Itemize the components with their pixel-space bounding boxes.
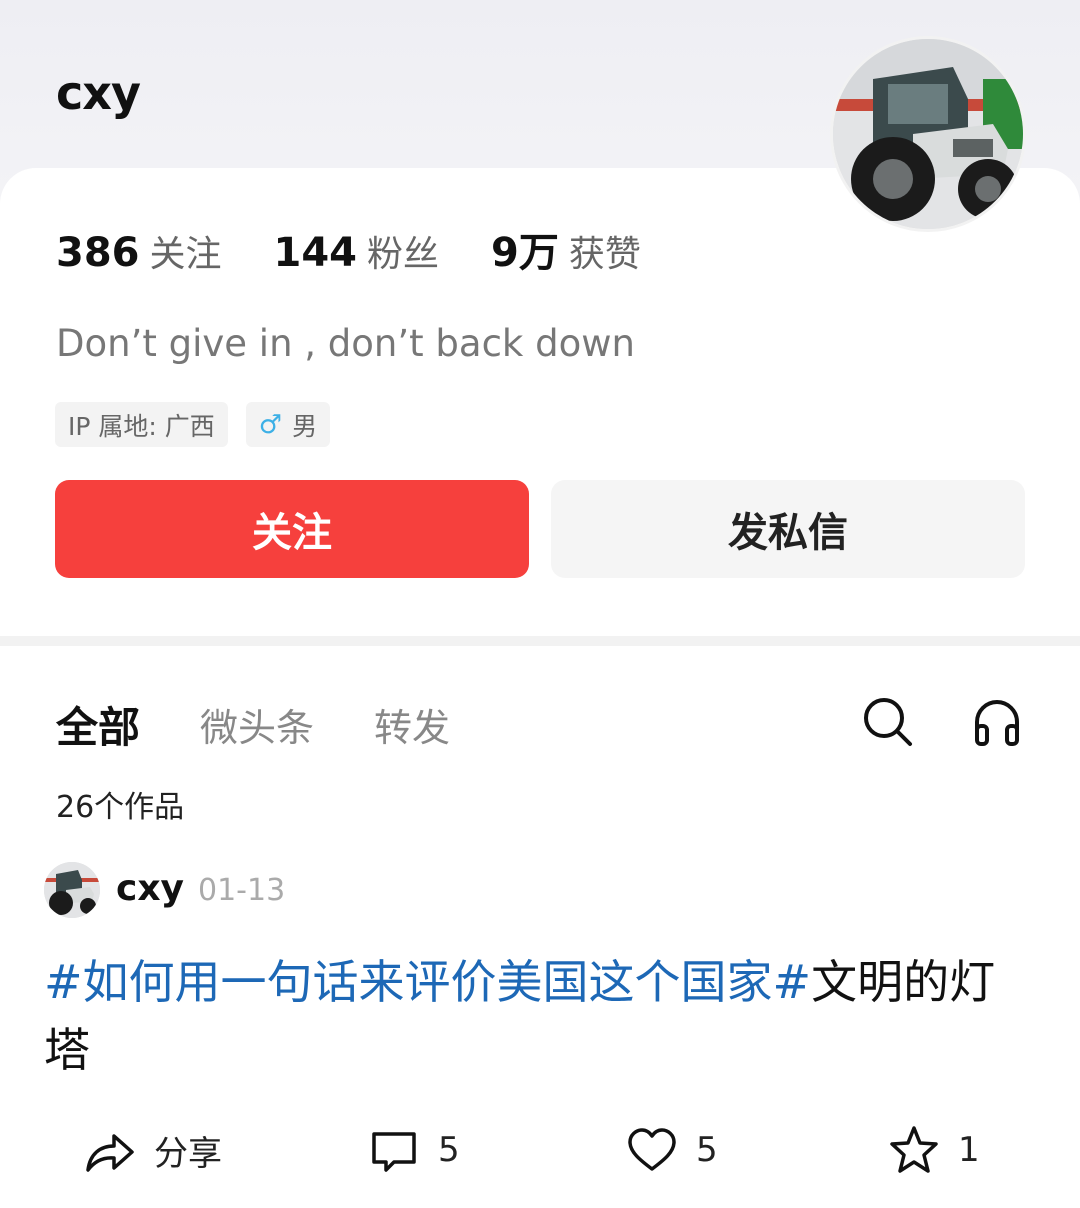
stat-following[interactable]: 386 关注 <box>56 225 222 277</box>
favorite-button[interactable]: 1 <box>888 1118 980 1182</box>
profile-avatar[interactable] <box>830 36 1026 232</box>
comment-count: 5 <box>438 1130 460 1170</box>
comment-button[interactable]: 5 <box>368 1118 460 1182</box>
headphones-icon[interactable] <box>970 694 1024 748</box>
stat-likes[interactable]: 9万 获赞 <box>491 220 641 278</box>
post-content[interactable]: #如何用一句话来评价美国这个国家#文明的灯塔 <box>44 948 1034 1084</box>
tab-micro-posts[interactable]: 微头条 <box>200 697 314 752</box>
stat-label: 关注 <box>149 234 222 275</box>
ip-location-tag: IP 属地: 广西 <box>55 402 228 447</box>
stat-label: 获赞 <box>568 234 641 275</box>
post-author-name[interactable]: cxy <box>116 868 184 909</box>
comment-icon <box>372 1132 416 1172</box>
section-divider <box>0 636 1080 646</box>
tractor-thumbnail <box>44 862 100 918</box>
content-tabs: 全部 微头条 转发 <box>56 694 510 755</box>
gender-tag: ♂ 男 <box>245 402 331 447</box>
share-label: 分享 <box>154 1133 222 1174</box>
tractor-image <box>833 39 1023 229</box>
search-icon[interactable] <box>860 694 914 748</box>
share-icon <box>86 1134 134 1172</box>
like-button[interactable]: 5 <box>626 1118 718 1182</box>
post-date: 01-13 <box>198 873 286 908</box>
post-actions: 分享 5 5 1 <box>0 1118 1080 1182</box>
stat-value: 144 <box>273 230 358 276</box>
like-count: 5 <box>696 1130 718 1170</box>
gender-label: 男 <box>292 411 318 441</box>
stat-followers[interactable]: 144 粉丝 <box>274 225 440 277</box>
share-button[interactable]: 分享 <box>84 1118 222 1182</box>
works-count: 26个作品 <box>56 790 185 825</box>
stat-value: 386 <box>56 230 140 276</box>
profile-name: cxy <box>56 66 141 120</box>
profile-bio: Don’t give in , don’t back down <box>56 322 635 365</box>
profile-stats: 386 关注 144 粉丝 9万 获赞 <box>56 220 693 278</box>
follow-button[interactable]: 关注 <box>55 480 529 578</box>
favorite-count: 1 <box>958 1130 980 1170</box>
profile-tags: IP 属地: 广西 ♂ 男 <box>55 402 348 447</box>
stat-value: 9万 <box>491 230 559 276</box>
male-icon: ♂ <box>258 409 283 440</box>
tab-reposts[interactable]: 转发 <box>374 697 450 752</box>
message-button[interactable]: 发私信 <box>551 480 1025 578</box>
tab-all[interactable]: 全部 <box>56 694 140 755</box>
star-icon <box>890 1126 938 1173</box>
post-hashtag[interactable]: #如何用一句话来评价美国这个国家# <box>44 955 811 1009</box>
heart-icon <box>628 1128 676 1171</box>
post-author-avatar[interactable] <box>44 862 100 918</box>
stat-label: 粉丝 <box>367 234 440 275</box>
